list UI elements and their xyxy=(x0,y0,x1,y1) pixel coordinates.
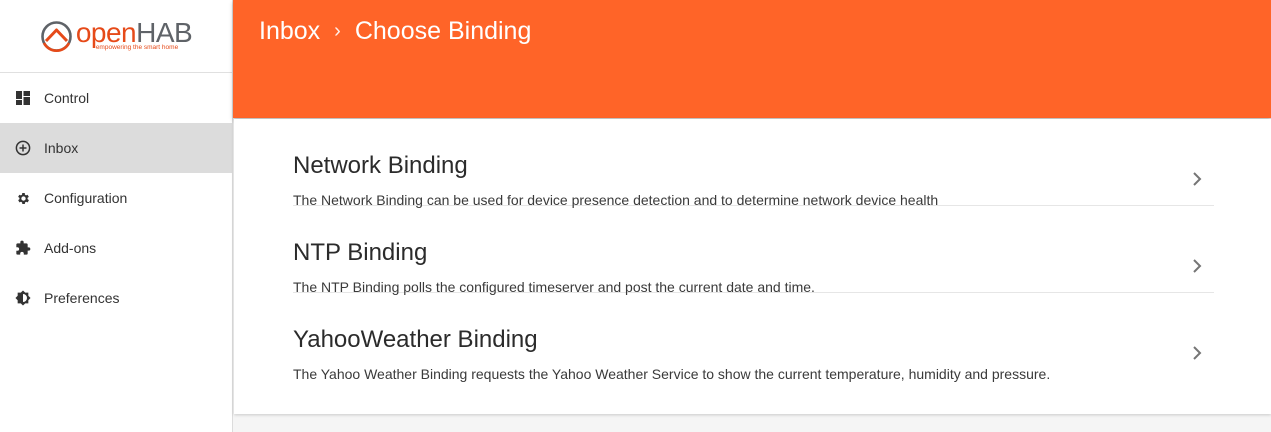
sidebar-item-control[interactable]: Control xyxy=(0,73,232,123)
sidebar-item-inbox[interactable]: Inbox xyxy=(0,123,232,173)
logo-text: openHAB empowering the smart home xyxy=(76,16,193,56)
breadcrumb-separator: › xyxy=(334,20,341,42)
sidebar-item-label: Add-ons xyxy=(44,240,97,256)
binding-title: NTP Binding xyxy=(293,239,428,266)
binding-title: Network Binding xyxy=(293,152,468,179)
chevron-right-icon xyxy=(1193,172,1202,186)
sidebar-item-label: Configuration xyxy=(44,190,128,206)
binding-item-ntp[interactable]: NTP Binding The NTP Binding polls the co… xyxy=(293,206,1214,295)
sidebar-item-label: Preferences xyxy=(44,290,120,306)
breadcrumb-choose-binding: Choose Binding xyxy=(354,17,532,45)
openhab-logo-icon xyxy=(41,20,72,52)
logo-area: openHAB empowering the smart home xyxy=(0,0,232,73)
page-header: Inbox › Choose Binding xyxy=(233,0,1271,118)
breadcrumb-inbox[interactable]: Inbox xyxy=(259,17,320,46)
openhab-logo[interactable]: openHAB empowering the smart home xyxy=(40,16,193,56)
sidebar-nav: Control Inbox Configuration Add-ons Pref… xyxy=(0,73,232,323)
app-window: openHAB empowering the smart home Contro… xyxy=(0,0,1271,432)
sidebar-item-preferences[interactable]: Preferences xyxy=(0,273,232,323)
binding-description: The Yahoo Weather Binding requests the Y… xyxy=(293,366,1051,382)
puzzle-icon xyxy=(15,240,31,256)
breadcrumb: Inbox › Choose Binding xyxy=(259,17,531,46)
gear-icon xyxy=(15,190,31,206)
sidebar: openHAB empowering the smart home Contro… xyxy=(0,0,233,432)
sidebar-item-configuration[interactable]: Configuration xyxy=(0,173,232,223)
binding-item-network[interactable]: Network Binding The Network Binding can … xyxy=(293,119,1214,208)
sidebar-item-label: Control xyxy=(44,90,90,106)
sidebar-item-label: Inbox xyxy=(44,140,79,156)
chevron-right-icon xyxy=(1193,346,1202,360)
sidebar-item-addons[interactable]: Add-ons xyxy=(0,223,232,273)
brightness-icon xyxy=(15,290,31,306)
binding-title: YahooWeather Binding xyxy=(293,326,538,353)
add-circle-icon xyxy=(15,140,31,156)
binding-item-yahooweather[interactable]: YahooWeather Binding The Yahoo Weather B… xyxy=(293,293,1214,382)
logo-tagline: empowering the smart home xyxy=(95,44,179,51)
binding-list: Network Binding The Network Binding can … xyxy=(234,119,1271,414)
chevron-right-icon xyxy=(1193,259,1202,273)
dashboard-icon xyxy=(15,90,31,106)
